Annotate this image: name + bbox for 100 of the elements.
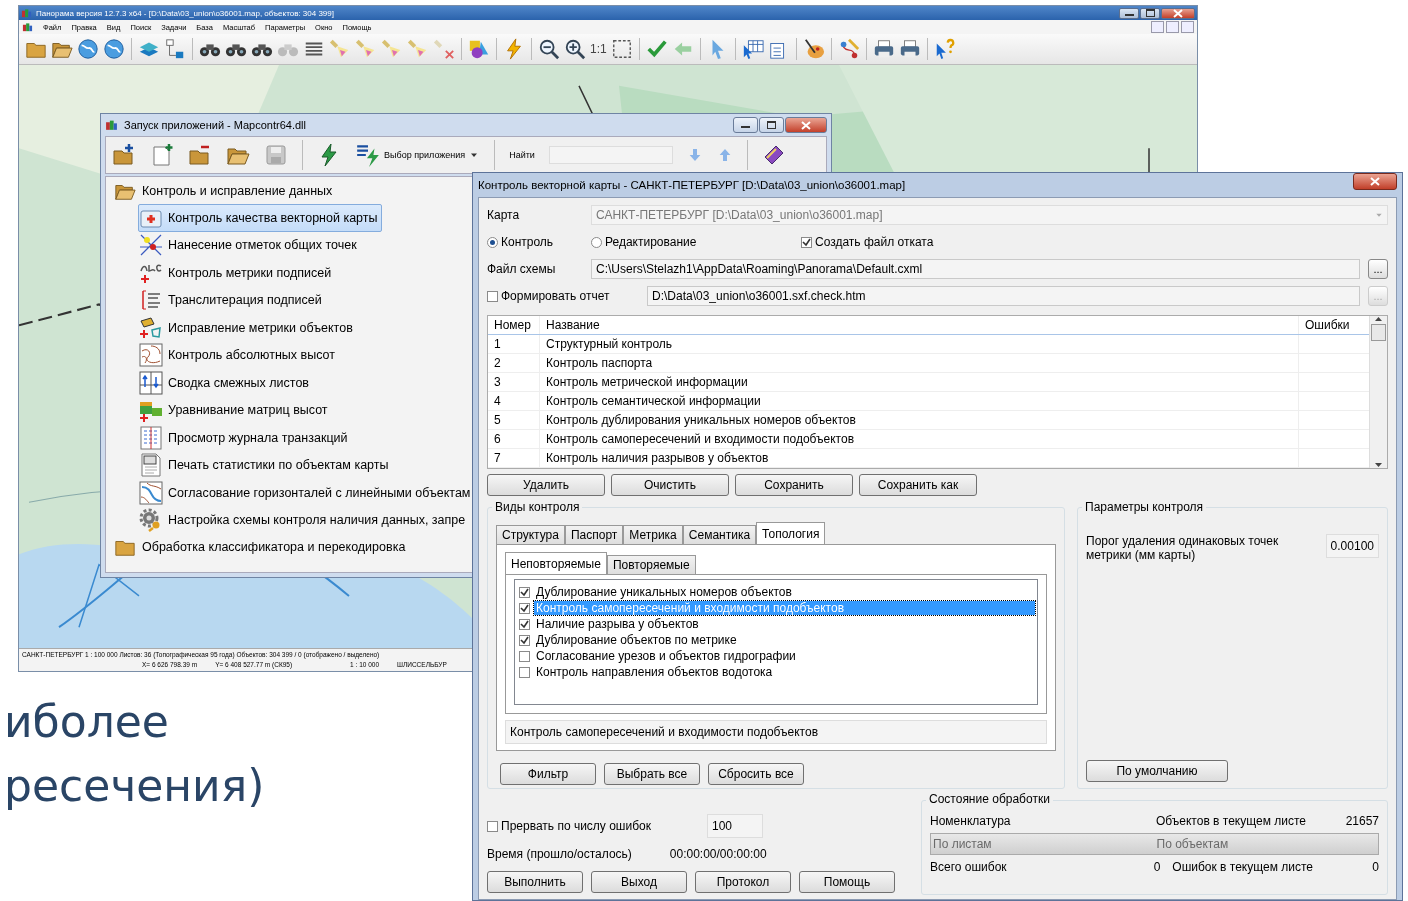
transliteration-icon [139,288,163,313]
checklist-item[interactable]: Дублирование уникальных номеров объектов [534,585,794,599]
action-button[interactable]: Фильтр [500,763,596,785]
path-field[interactable]: C:\Users\Stelazh1\AppData\Roaming\Panorama\Default.cxml [591,259,1360,279]
fit-frame-icon[interactable] [610,38,633,60]
tree-item[interactable]: Транслитерация подписей [138,286,326,314]
table-cursor-icon[interactable] [741,38,764,60]
tab[interactable]: Метрика [623,525,683,544]
table-cell: 3 [488,373,540,391]
tab[interactable]: Семантика [682,525,757,544]
tree-item[interactable]: Сводка смежных листов [138,369,313,397]
action-button[interactable]: Протокол [695,871,791,893]
window-title: Запуск приложений - Mapcontr64.dll [124,119,307,131]
action-button[interactable]: Выполнить [487,871,583,893]
caret-icon [1375,211,1383,219]
checkbox[interactable] [519,666,530,678]
tree-item[interactable]: Уравнивание матриц высот [138,396,332,424]
tab[interactable]: Структура [496,525,565,544]
column-header[interactable]: Ошибки [1299,316,1369,334]
tree-item[interactable]: Контроль метрики подписей [138,259,336,287]
scrollbar[interactable] [1369,316,1387,468]
close-button[interactable] [1161,7,1195,19]
shapes-icon[interactable] [468,38,490,60]
tree-item[interactable]: Просмотр журнала транзакций [138,424,352,452]
action-button[interactable]: Удалить [487,474,605,496]
checklist-item[interactable]: Наличие разрыва у объектов [534,617,701,631]
checkbox[interactable] [519,650,530,662]
checkbox-option[interactable]: Формировать отчет [487,289,610,303]
browse-button[interactable]: ... [1368,259,1388,279]
zoom-out-icon[interactable] [538,38,560,60]
maximize-button[interactable] [759,117,784,133]
radio-option[interactable]: Контроль [487,235,554,249]
checklist-item[interactable]: Контроль направления объектов водотока [534,665,775,679]
globe-icon[interactable] [77,38,99,60]
scroll-thumb[interactable] [1371,324,1386,341]
status-value: 21657 [1345,814,1379,828]
globe-icon[interactable] [103,38,125,60]
folder-add-icon[interactable] [112,143,136,167]
tree-item[interactable]: Исправление метрики объектов [138,314,357,342]
new-document-icon[interactable] [150,143,174,167]
close-button[interactable] [785,117,827,133]
action-button[interactable]: Выход [591,871,687,893]
tree-item[interactable]: Согласование горизонталей с линейными объектам [138,479,475,507]
app-choice-button[interactable]: Выбор приложения [355,142,481,168]
checkbox[interactable] [519,634,530,646]
checklist-item[interactable]: Дублирование объектов по метрике [534,633,739,647]
folder-remove-icon[interactable] [188,143,212,167]
tree-item[interactable]: Настройка схемы контроля наличия данных, запре [138,506,470,534]
column-header[interactable]: Номер [488,316,540,334]
default-button[interactable]: По умолчанию [1086,760,1228,782]
tab[interactable]: Неповторяемые [505,552,607,574]
checkbox[interactable] [519,586,530,598]
hierarchy-icon[interactable] [164,38,186,60]
table-cell: Контроль самопересечений и входимости подобъектов [540,430,1299,448]
checkbox-option[interactable]: Прервать по числу ошибок [487,819,707,833]
action-button[interactable]: Сохранить [735,474,853,496]
zoom-in-icon[interactable] [564,38,586,60]
number-field[interactable]: 0.00100 [1325,534,1379,558]
map-combobox[interactable]: САНКТ-ПЕТЕРБУРГ [D:\Data\03_union\o36001.map] [591,205,1388,225]
tree-item[interactable]: Печать статистики по объектам карты [138,451,393,479]
action-button[interactable]: Сохранить как [859,474,977,496]
radio-option[interactable]: Редактирование [591,235,697,249]
action-button[interactable]: Сбросить все [708,763,804,785]
action-button[interactable]: Помощь [799,871,895,893]
brush-palette-icon[interactable] [802,38,825,60]
checkbox[interactable] [519,602,530,614]
scroll-up-icon[interactable] [1374,316,1383,322]
maximize-icon [1145,9,1155,17]
check-icon[interactable] [645,38,668,60]
minimize-button[interactable] [1119,7,1139,19]
scroll-down-icon[interactable] [1374,462,1383,468]
app-logo-icon [21,7,32,19]
tree-item[interactable]: Контроль качества векторной карты [138,204,382,232]
close-icon [1173,8,1183,18]
table-cell: Контроль паспорта [540,354,1299,372]
action-button[interactable]: Выбрать все [604,763,700,785]
tree-folder[interactable]: Обработка классификатора и перекодировка [142,540,406,554]
tab[interactable]: Топология [756,522,826,544]
time-value: 00:00:00/00:00:00 [669,847,767,861]
close-button[interactable] [1353,173,1397,190]
path-field[interactable]: D:\Data\03_union\o36001.sxf.check.htm [647,286,1360,306]
action-button[interactable]: Очистить [611,474,729,496]
zoom-button[interactable]: 1:1 [590,42,607,56]
maximize-button[interactable] [1140,7,1160,19]
checkbox[interactable] [519,618,530,630]
column-header[interactable]: Название [540,316,1299,334]
tab[interactable]: Паспорт [564,525,624,544]
tree-folder[interactable]: Контроль и исправление данных [142,184,333,198]
flashlight-icon[interactable] [433,38,455,60]
contour-river-icon [139,480,163,505]
statistics-document-icon [139,453,163,478]
tab[interactable]: Повторяемые [606,555,696,574]
number-field[interactable]: 100 [707,814,763,838]
table-cell: Контроль семантической информации [540,392,1299,410]
tree-item[interactable]: Контроль абсолютных высот [138,341,339,369]
checkbox-option[interactable]: Создать файл отката [801,235,934,249]
tree-item[interactable]: Нанесение отметок общих точек [138,231,361,259]
table-cell: Контроль метрической информации [540,373,1299,391]
checklist-item[interactable]: Согласование урезов и объектов гидрографии [534,649,798,663]
minimize-button[interactable] [733,117,758,133]
